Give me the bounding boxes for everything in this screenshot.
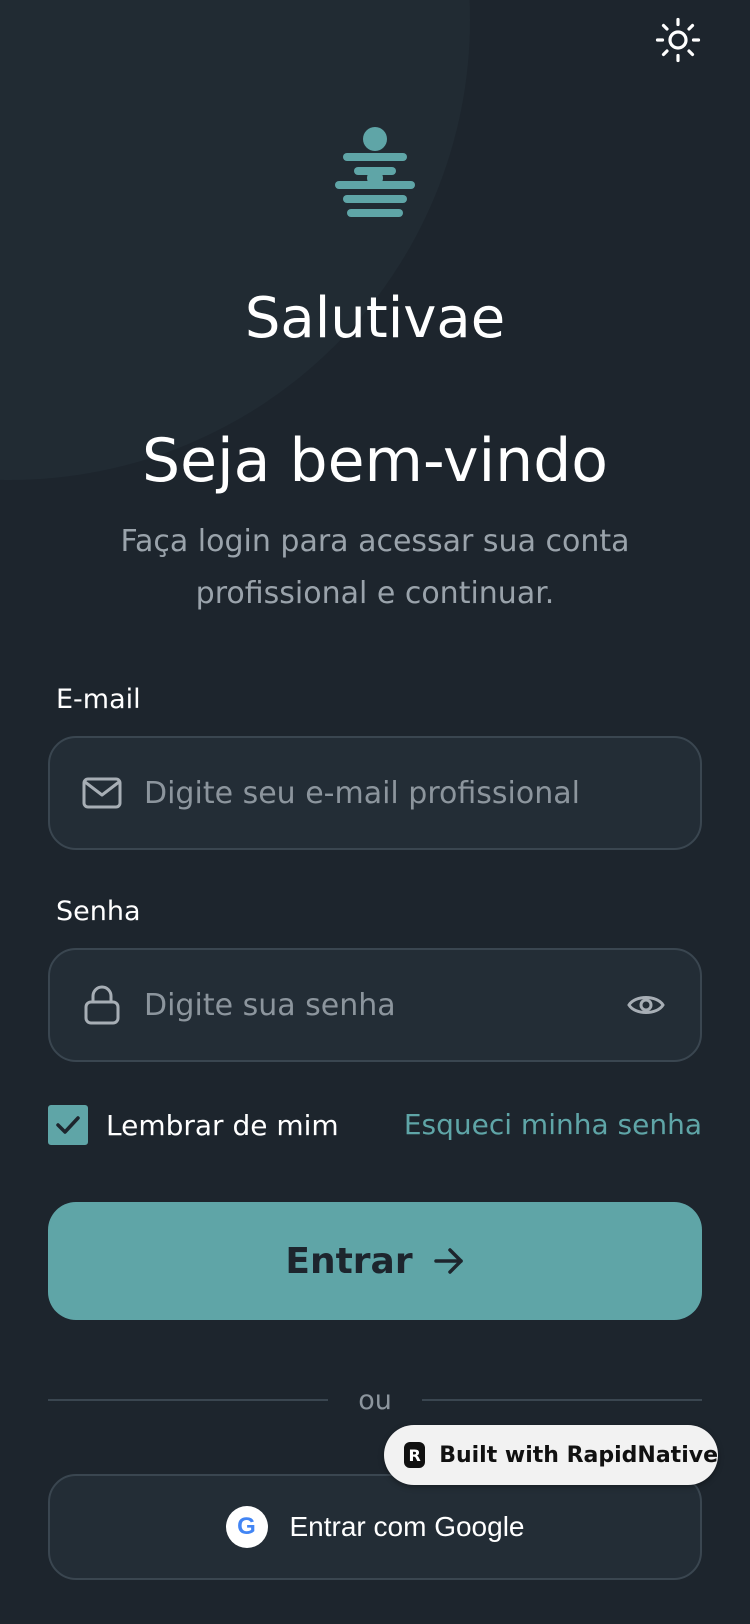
- email-field[interactable]: [48, 736, 702, 850]
- password-label: Senha: [56, 896, 141, 927]
- remember-me-label: Lembrar de mim: [106, 1108, 339, 1142]
- brand-name: Salutivae: [244, 286, 506, 351]
- divider-line-left: [48, 1399, 329, 1401]
- checkbox-checked[interactable]: [48, 1105, 88, 1145]
- login-screen: Salutivae Seja bem-vindo Faça login para…: [0, 0, 750, 1624]
- or-divider: ou: [48, 1380, 703, 1420]
- login-button[interactable]: Entrar: [48, 1202, 702, 1320]
- lock-icon: [82, 985, 122, 1025]
- page-title: Seja bem-vindo: [142, 426, 608, 496]
- email-label: E-mail: [56, 684, 141, 715]
- check-icon: [56, 1116, 80, 1134]
- background-circle: [0, 0, 470, 480]
- mail-icon: [82, 773, 122, 813]
- sun-icon: [655, 17, 701, 63]
- email-input[interactable]: [144, 775, 700, 811]
- rapidnative-logo-icon: R: [404, 1442, 426, 1468]
- divider-line-right: [421, 1399, 703, 1401]
- login-button-label: Entrar: [285, 1240, 413, 1282]
- google-icon: G: [225, 1506, 268, 1548]
- arrow-right-icon: [433, 1247, 465, 1275]
- page-subtitle: Faça login para acessar sua conta profis…: [120, 524, 630, 611]
- eye-icon[interactable]: [624, 983, 668, 1027]
- forgot-password-link[interactable]: Esqueci minha senha: [404, 1105, 702, 1145]
- salutivae-logo-icon: [335, 127, 415, 217]
- password-input[interactable]: [144, 987, 624, 1023]
- remember-me-checkbox[interactable]: Lembrar de mim: [48, 1105, 339, 1145]
- badge-label: Built with RapidNative: [439, 1442, 718, 1468]
- divider-text: ou: [358, 1384, 392, 1416]
- password-field[interactable]: [48, 948, 702, 1062]
- google-login-button[interactable]: G Entrar com Google: [48, 1474, 702, 1580]
- google-login-label: Entrar com Google: [289, 1511, 525, 1542]
- built-with-badge[interactable]: R Built with RapidNative: [384, 1425, 718, 1485]
- theme-toggle-button[interactable]: [652, 14, 704, 66]
